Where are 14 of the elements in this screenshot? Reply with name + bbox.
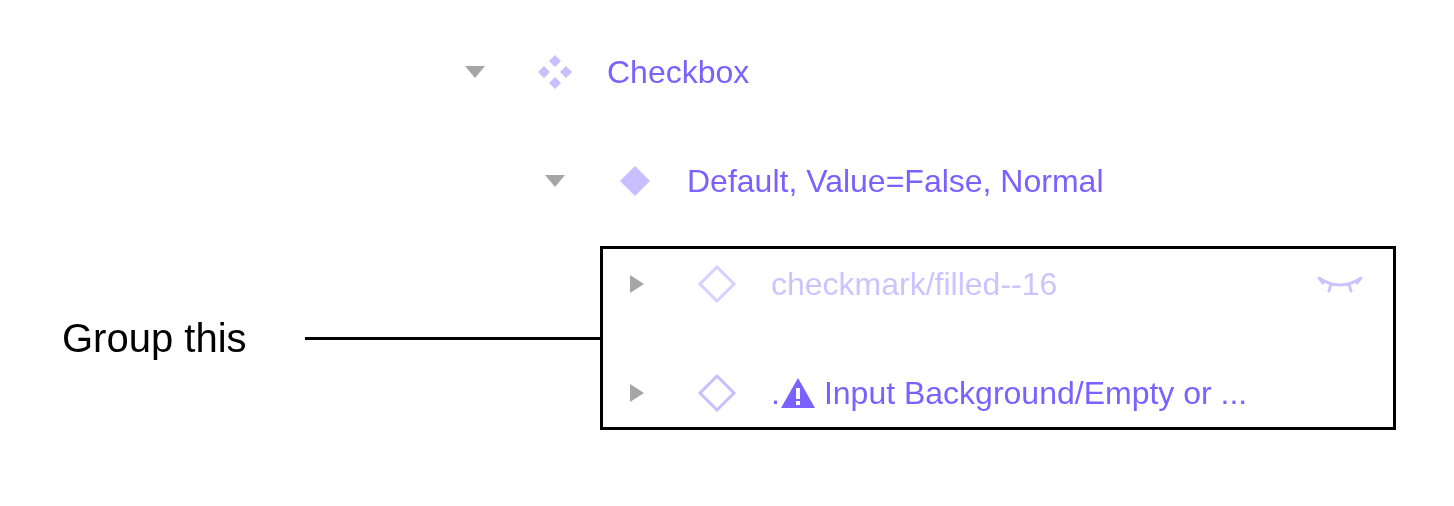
component-set-icon — [537, 54, 573, 90]
diamond-icon — [618, 164, 652, 198]
diamond-outline-icon — [697, 373, 737, 413]
layer-name[interactable]: Default, Value=False, Normal — [687, 157, 1104, 205]
caret-right-icon[interactable] — [630, 275, 644, 293]
layer-name-prefix: . — [771, 374, 780, 413]
layer-name[interactable]: Input Background/Empty or ... — [823, 369, 1248, 417]
caret-right-icon[interactable] — [630, 384, 644, 402]
eye-closed-icon[interactable] — [1317, 274, 1363, 294]
caret-down-icon[interactable] — [465, 66, 485, 78]
layer-name[interactable]: Checkbox — [607, 48, 750, 96]
caret-down-icon[interactable] — [545, 175, 565, 187]
diamond-outline-icon — [697, 264, 737, 304]
annotation-label: Group this — [62, 315, 248, 362]
